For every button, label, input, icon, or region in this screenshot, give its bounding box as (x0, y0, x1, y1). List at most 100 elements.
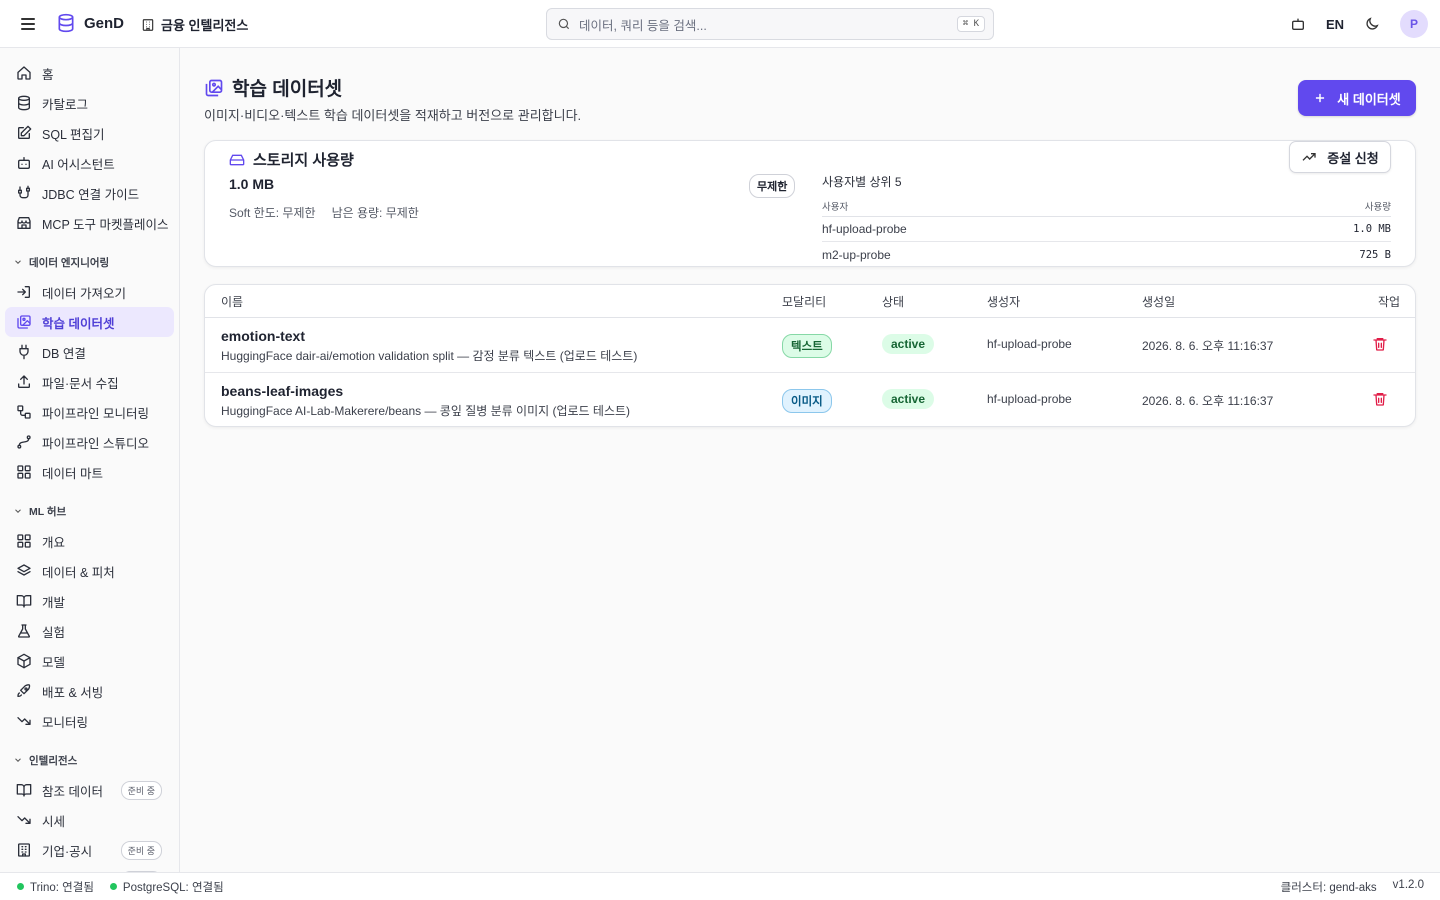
top5-user: hf-upload-probe (822, 222, 907, 236)
flask-icon (16, 623, 32, 639)
sidebar-section-title: ML 허브 (29, 505, 67, 518)
chevron-down-icon (15, 509, 21, 513)
sidebar-item-label: 카탈로그 (42, 97, 89, 112)
trino-status: Trino: 연결됨 (17, 879, 94, 895)
search-shortcut: ⌘ K (956, 16, 985, 32)
page-title: 학습 데이터셋 (204, 74, 342, 101)
top5-header: 사용자 사용량 (822, 197, 1391, 217)
sidebar-item[interactable]: 홈 (5, 58, 174, 88)
request-increase-label: 증설 신청 (1327, 150, 1379, 166)
bot-icon[interactable] (1290, 16, 1306, 32)
moon-icon[interactable] (1364, 16, 1380, 32)
rocket-icon (16, 683, 32, 699)
workflow-icon (16, 404, 32, 420)
sidebar-item[interactable]: 학습 데이터셋 (5, 307, 174, 337)
trending-up-icon (1302, 153, 1316, 161)
postgres-status-text: PostgreSQL: 연결됨 (122, 881, 224, 894)
sidebar-item-label: 데이터 가져오기 (42, 286, 126, 301)
sidebar-item[interactable]: AI 어시스턴트 (5, 148, 174, 178)
sidebar-item[interactable]: SQL 편집기 (5, 118, 174, 148)
sidebar-section-header[interactable]: ML 허브 (0, 496, 179, 526)
sidebar-item-label: 홈 (42, 67, 54, 82)
sidebar-item-label: 파이프라인 모니터링 (42, 406, 149, 421)
col-created[interactable]: 생성일 (1142, 293, 1175, 310)
top5-usage: 1.0 MB (1353, 223, 1391, 235)
top5-header-user: 사용자 (822, 202, 849, 213)
remaining-capacity: 남은 용량: 무제한 (331, 206, 419, 220)
sidebar-item[interactable]: MCP 도구 마켓플레이스 (5, 208, 174, 238)
search-box[interactable]: 데이터, 쿼리 등을 검색... ⌘ K (546, 8, 994, 40)
sidebar-item-label: 배포 & 서빙 (42, 685, 104, 700)
sidebar-item[interactable]: 뉴스·토픽준비 중 (5, 865, 174, 872)
dataset-name[interactable]: beans-leaf-images (221, 383, 630, 399)
avatar[interactable]: P (1400, 10, 1428, 38)
sidebar-item[interactable]: 파이프라인 모니터링 (5, 397, 174, 427)
menu-icon[interactable] (18, 14, 38, 34)
sidebar-item[interactable]: 개요 (5, 526, 174, 556)
sidebar-item[interactable]: 개발 (5, 586, 174, 616)
box-icon (16, 653, 32, 669)
request-increase-button[interactable]: 증설 신청 (1289, 141, 1391, 173)
grid-icon (16, 464, 32, 480)
images-icon (205, 79, 223, 96)
sidebar-item-label: 파이프라인 스튜디오 (42, 436, 149, 451)
spline-icon (16, 434, 32, 450)
search-input[interactable]: 데이터, 쿼리 등을 검색... (579, 15, 957, 34)
top5-user: m2-up-probe (822, 247, 891, 262)
trash-icon (1373, 393, 1387, 406)
dataset-name[interactable]: emotion-text (221, 328, 637, 344)
book-icon (16, 593, 32, 609)
sidebar-item-label: 파일·문서 수집 (42, 376, 119, 391)
grid-icon (16, 533, 32, 549)
sidebar-section-header[interactable]: 데이터 엔지니어링 (0, 247, 179, 277)
sidebar-item[interactable]: 데이터 가져오기 (5, 277, 174, 307)
sidebar-item[interactable]: 데이터 & 피처 (5, 556, 174, 586)
status-badge: active (882, 334, 935, 354)
sidebar-item[interactable]: 시세 (5, 805, 174, 835)
app-logo[interactable]: GenD (56, 13, 124, 33)
page-subtitle: 이미지·비디오·텍스트 학습 데이터셋을 적재하고 버전으로 관리합니다. (204, 108, 582, 123)
chevron-down-icon (15, 260, 21, 264)
col-modality[interactable]: 모달리티 (782, 293, 826, 310)
sidebar-item[interactable]: 모델 (5, 646, 174, 676)
top-bar: GenD 금융 인텔리전스 데이터, 쿼리 등을 검색... ⌘ K EN P (0, 0, 1440, 48)
sidebar: 홈카탈로그 SQL 편집기 AI 어시스턴트 JDBC 연결 가이드 MCP 도구 마켓… (0, 48, 180, 872)
sidebar-item[interactable]: 데이터 마트 (5, 457, 174, 487)
sidebar-item[interactable]: DB 연결 (5, 337, 174, 367)
modality-badge: 텍스트 (782, 334, 832, 358)
trash-icon (1373, 338, 1387, 351)
sidebar-section-header[interactable]: 인텔리전스 (0, 745, 179, 775)
new-dataset-button[interactable]: 새 데이터셋 (1298, 80, 1416, 116)
col-name[interactable]: 이름 (221, 293, 243, 310)
delete-button[interactable] (1372, 336, 1388, 355)
trino-status-text: Trino: 연결됨 (30, 881, 94, 894)
sidebar-item[interactable]: 파이프라인 스튜디오 (5, 427, 174, 457)
sidebar-item[interactable]: 참조 데이터 준비 중 (5, 775, 174, 805)
building-icon (16, 842, 32, 858)
datasets-table: 이름 모달리티 상태 생성자 생성일 작업 emotion-text Huggin… (204, 284, 1416, 427)
status-dot (109, 883, 117, 890)
images-icon (16, 314, 32, 330)
sidebar-item[interactable]: 실험 (5, 616, 174, 646)
tenant-selector[interactable]: 금융 인텔리전스 (141, 15, 248, 34)
language-toggle[interactable]: EN (1326, 17, 1344, 32)
sidebar-item-label: 모니터링 (42, 715, 89, 730)
sidebar-item[interactable]: 파일·문서 수집 (5, 367, 174, 397)
sidebar-item-label: JDBC 연결 가이드 (42, 187, 140, 202)
col-creator[interactable]: 생성자 (987, 293, 1020, 310)
trend-down-icon (16, 713, 32, 729)
sidebar-item[interactable]: 배포 & 서빙 (5, 676, 174, 706)
sidebar-item-label: MCP 도구 마켓플레이스 (42, 217, 169, 232)
sidebar-item[interactable]: 모니터링 (5, 706, 174, 736)
sidebar-item[interactable]: 카탈로그 (5, 88, 174, 118)
sidebar-item-label: 데이터 마트 (42, 466, 103, 481)
table-row[interactable]: beans-leaf-images HuggingFace AI-Lab-Make… (205, 373, 1415, 426)
limit-badge: 무제한 (749, 174, 796, 198)
top5-usage: 725 B (1359, 248, 1391, 261)
delete-button[interactable] (1372, 391, 1388, 410)
col-status[interactable]: 상태 (882, 293, 904, 310)
sidebar-item[interactable]: 기업·공시 준비 중 (5, 835, 174, 865)
soft-limit: Soft 한도: 무제한 (229, 206, 316, 220)
sidebar-item[interactable]: JDBC 연결 가이드 (5, 178, 174, 208)
table-row[interactable]: emotion-text HuggingFace dair-ai/emotion … (205, 318, 1415, 373)
